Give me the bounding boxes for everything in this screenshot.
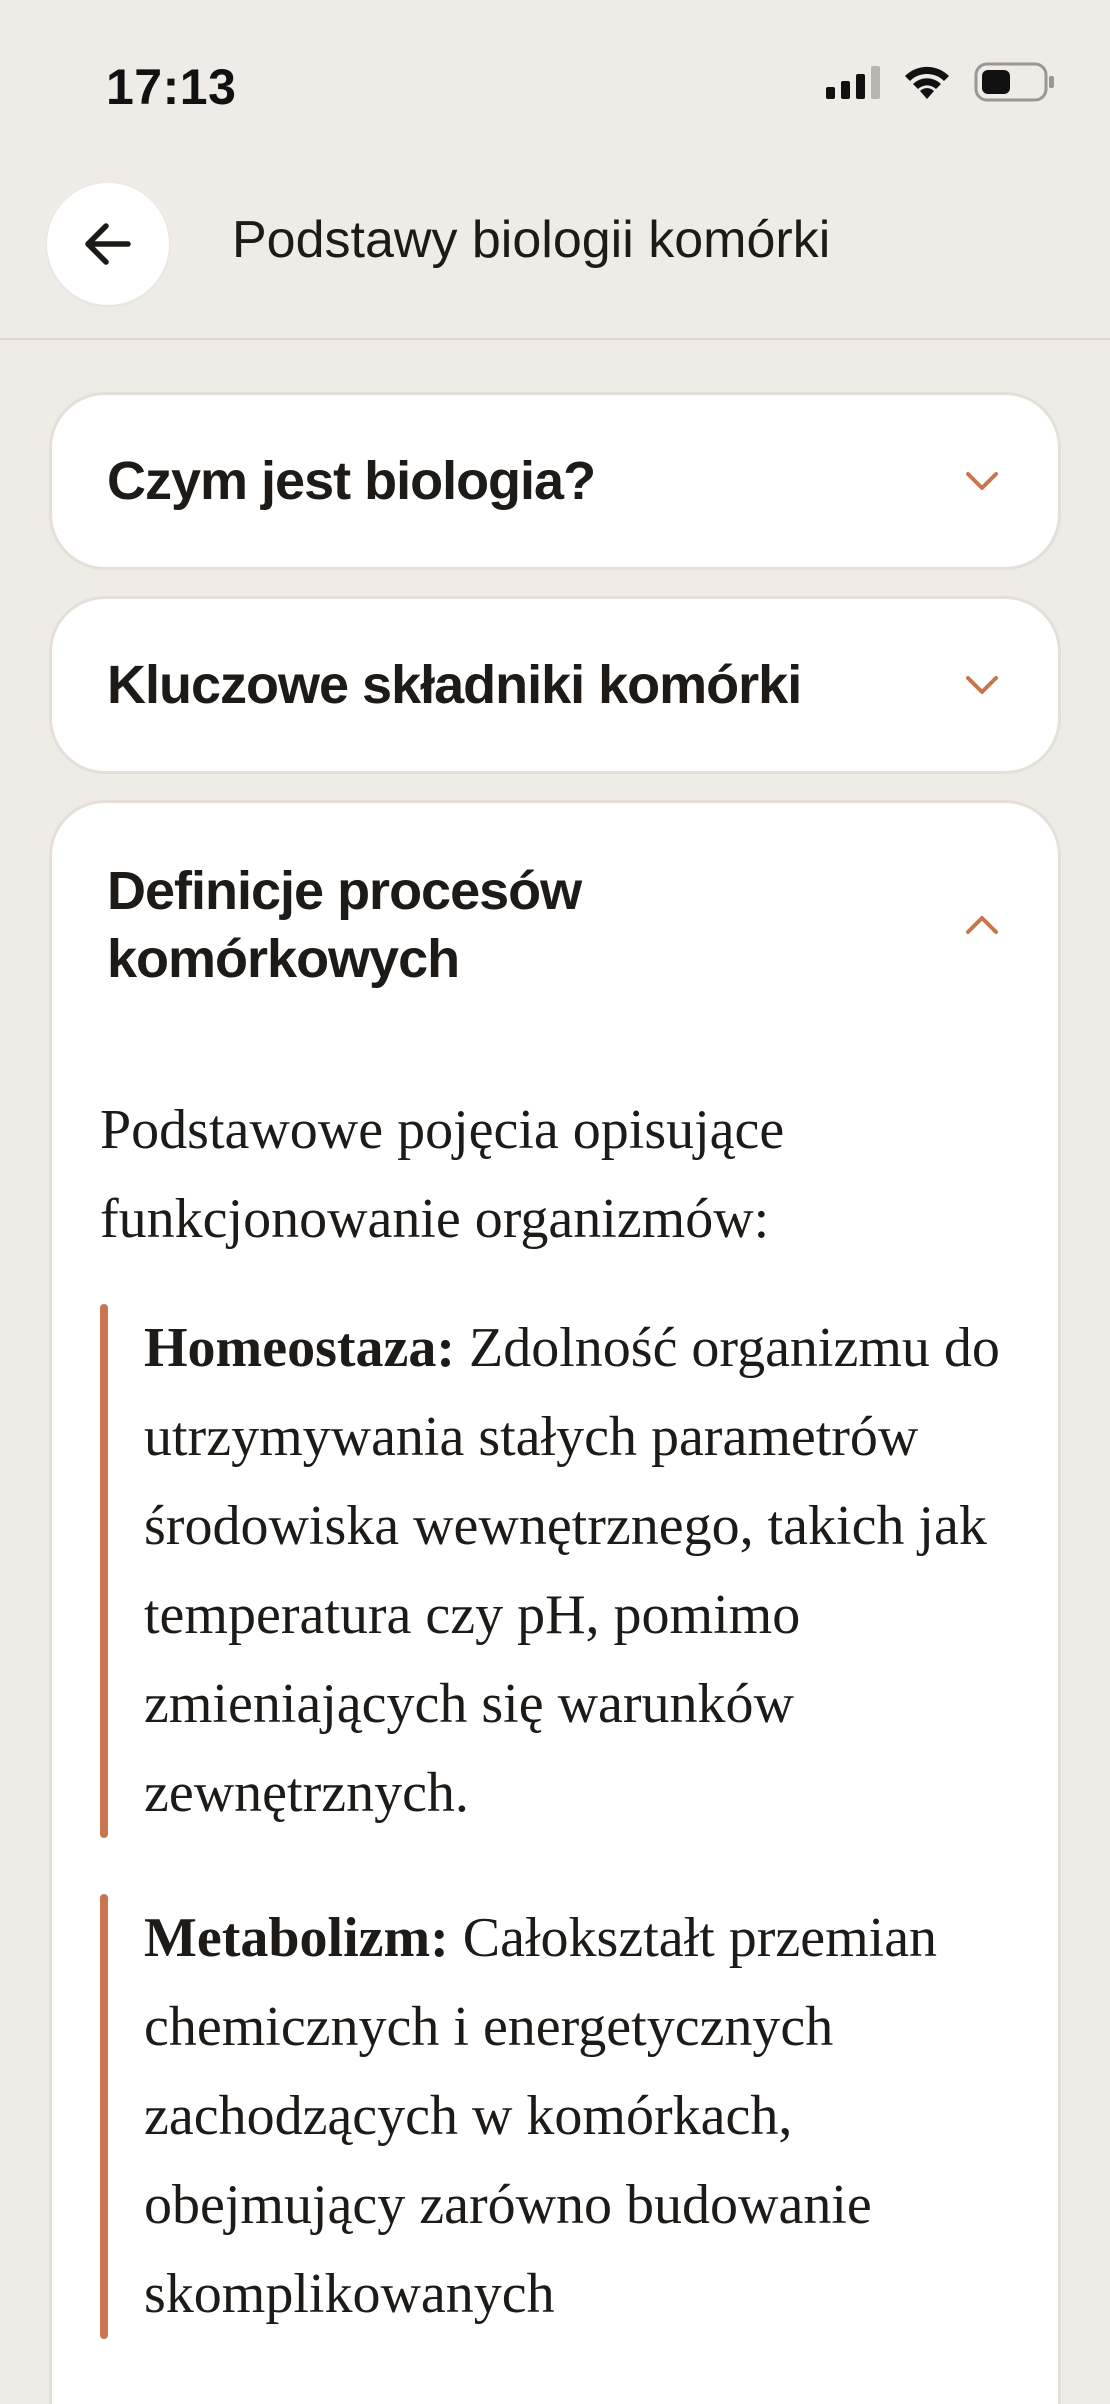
intro-text: Podstawowe pojęcia opisujące funkcjonowa… xyxy=(100,1099,785,1250)
accordion-title: Definicje procesów komórkowych xyxy=(107,857,582,993)
accordion-item-expanded: Definicje procesów komórkowych Podstawow… xyxy=(49,800,1061,2404)
battery-icon xyxy=(974,62,1054,102)
accordion-title-line: Definicje procesów xyxy=(107,861,582,921)
status-time: 17:13 xyxy=(106,59,237,115)
accordion-title-line: komórkowych xyxy=(107,929,460,989)
accordion-title: Kluczowe składniki komórki xyxy=(107,655,802,715)
wifi-icon xyxy=(905,66,949,99)
accordion-item: Czym jest biologia? xyxy=(49,392,1061,570)
definition-term: Homeostaza: xyxy=(144,1317,456,1379)
accordion-header[interactable]: Kluczowe składniki komórki xyxy=(107,599,1018,771)
arrow-left-icon xyxy=(85,223,131,265)
accordion-content: Podstawowe pojęcia opisujące funkcjonowa… xyxy=(100,1086,1018,2395)
accordion-title: Czym jest biologia? xyxy=(107,451,596,511)
back-button[interactable] xyxy=(47,183,169,305)
status-bar: 17:13 xyxy=(0,0,1110,170)
status-icons xyxy=(826,62,1056,102)
chevron-down-icon xyxy=(966,676,998,694)
definition-block: Homeostaza: Zdolność organizmu do utrzym… xyxy=(100,1304,1018,1838)
accordion-item: Kluczowe składniki komórki xyxy=(49,596,1061,774)
accordion-header[interactable]: Definicje procesów komórkowych xyxy=(107,803,1018,1047)
page-title: Podstawy biologii komórki xyxy=(232,211,831,269)
definition-text: Całokształt przemian chemicznych i energ… xyxy=(144,1907,938,2325)
chevron-down-icon xyxy=(966,472,998,490)
header: Podstawy biologii komórki xyxy=(0,170,1110,340)
definition-text: Zdolność organizmu do utrzymywania stały… xyxy=(144,1317,1000,1824)
definition-term: Metabolizm: xyxy=(144,1907,449,1969)
chevron-up-icon xyxy=(966,916,998,934)
signal-icon xyxy=(826,65,880,99)
accordion-header[interactable]: Czym jest biologia? xyxy=(107,395,1018,567)
definition-block: Metabolizm: Całokształt przemian chemicz… xyxy=(100,1894,1018,2339)
